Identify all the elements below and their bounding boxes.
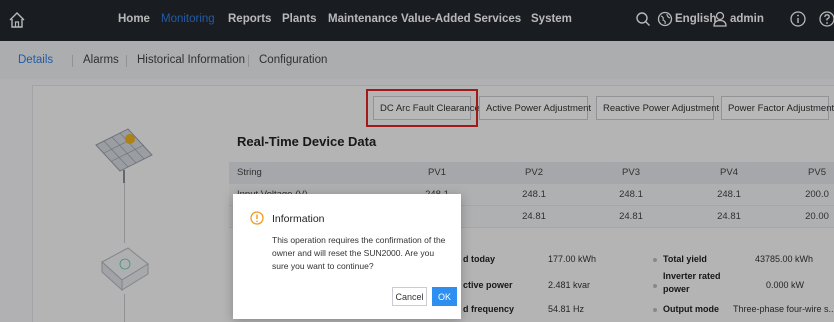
dialog-message: This operation requires the confirmation… bbox=[272, 235, 446, 271]
warning-icon bbox=[250, 211, 264, 225]
cancel-button[interactable]: Cancel bbox=[392, 287, 427, 306]
confirmation-dialog: Information This operation requires the … bbox=[233, 194, 461, 319]
dialog-title: Information bbox=[272, 213, 325, 225]
ok-button[interactable]: OK bbox=[432, 287, 457, 306]
